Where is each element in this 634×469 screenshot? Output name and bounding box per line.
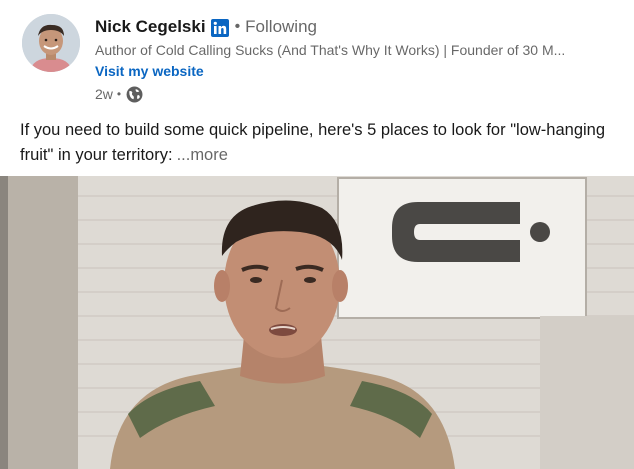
author-headline: Author of Cold Calling Sucks (And That's… [95, 42, 566, 58]
video-thumbnail [0, 176, 634, 469]
time-separator: • [116, 87, 122, 101]
post-body: If you need to build some quick pipeline… [20, 118, 618, 168]
globe-icon [126, 86, 143, 103]
post-header: Nick Cegelski • Following Author of Cold… [0, 0, 634, 110]
post-timestamp: 2w [95, 86, 113, 102]
visit-website-link[interactable]: Visit my website [95, 61, 204, 81]
name-separator: • [234, 18, 241, 35]
author-name-row: Nick Cegelski • Following [95, 15, 625, 39]
linkedin-icon [210, 19, 229, 37]
see-more-link[interactable]: ...more [177, 146, 228, 164]
post-text: If you need to build some quick pipeline… [20, 121, 606, 164]
feed-post: Nick Cegelski • Following Author of Cold… [0, 0, 634, 469]
post-time-row: 2w • [95, 83, 625, 105]
video-player[interactable] [0, 176, 634, 469]
author-name[interactable]: Nick Cegelski [95, 17, 206, 37]
author-meta: Nick Cegelski • Following Author of Cold… [95, 15, 625, 105]
author-avatar[interactable] [22, 14, 80, 72]
follow-status: Following [245, 17, 317, 36]
